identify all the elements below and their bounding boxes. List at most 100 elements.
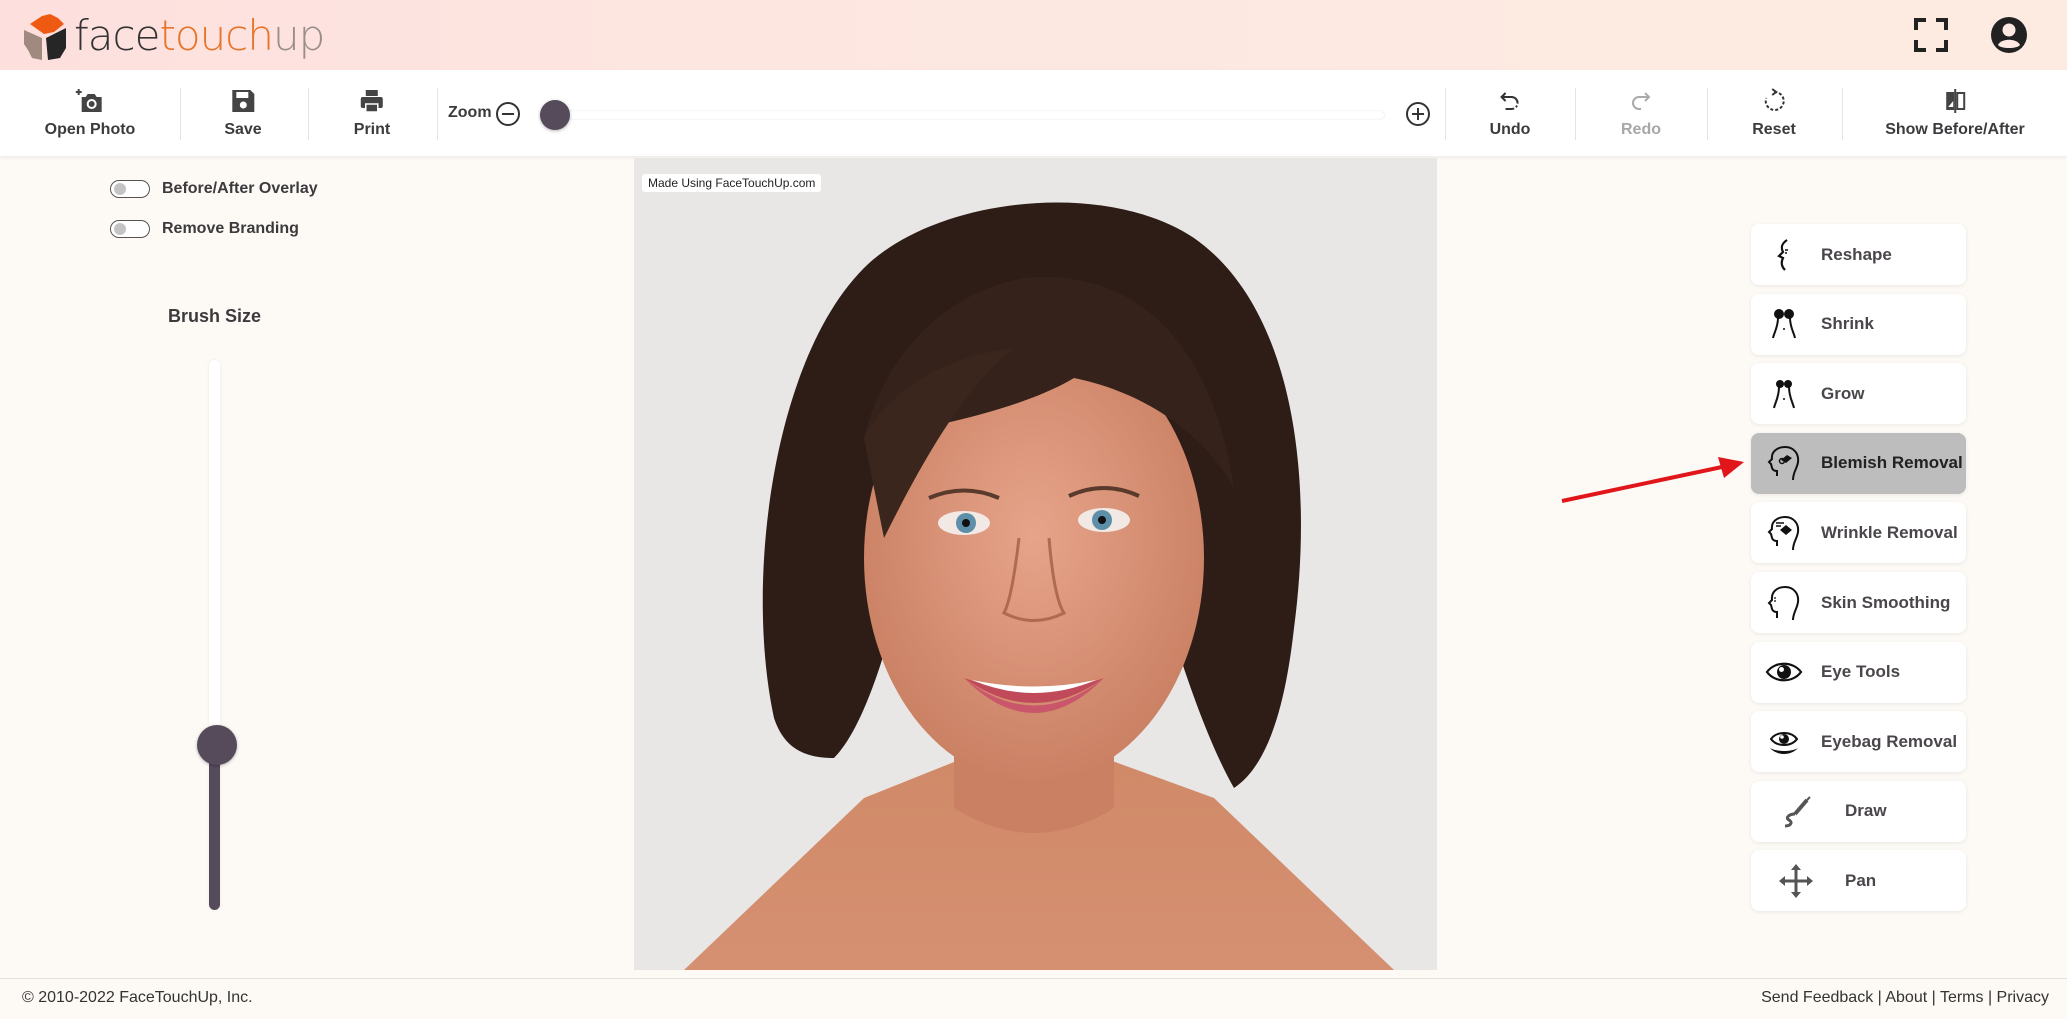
- annotation-arrow-head: [1718, 457, 1744, 478]
- logo-text-up: up: [272, 11, 325, 60]
- tool-shrink[interactable]: Shrink: [1751, 293, 1966, 355]
- brush-size-label: Brush Size: [168, 306, 262, 326]
- wrinkle-removal-icon: [1767, 515, 1800, 550]
- toolbar-divider: [180, 88, 181, 140]
- tool-label: Grow: [1821, 383, 1865, 403]
- toggle-switch[interactable]: [110, 180, 150, 198]
- toggle-switch[interactable]: [110, 220, 150, 238]
- tool-label: Wrinkle Removal: [1821, 522, 1958, 542]
- tool-label: Eyebag Removal: [1821, 731, 1958, 751]
- show-before-after-label: Show Before/After: [1885, 121, 2025, 138]
- tool-skin-smoothing[interactable]: Skin Smoothing: [1751, 572, 1966, 633]
- tool-wrinkle-removal[interactable]: Wrinkle Removal: [1751, 502, 1966, 564]
- footer-separator: |: [1983, 989, 1997, 1006]
- logo[interactable]: facetouchup: [20, 10, 325, 62]
- tool-label: Skin Smoothing: [1821, 592, 1951, 612]
- toggle-knob: [114, 223, 126, 235]
- toolbar-divider: [437, 88, 438, 140]
- tool-label: Blemish Removal: [1821, 453, 1963, 473]
- tool-draw[interactable]: Draw: [1751, 780, 1966, 842]
- tool-pan[interactable]: Pan: [1751, 850, 1966, 912]
- tool-label: Shrink: [1821, 314, 1874, 334]
- undo-label: Undo: [1489, 121, 1531, 138]
- footer-link-privacy[interactable]: Privacy: [1997, 989, 2049, 1006]
- toggle-label: Before/After Overlay: [162, 180, 318, 197]
- footer-divider: [0, 978, 2067, 979]
- tool-reshape[interactable]: Reshape: [1751, 224, 1966, 285]
- portrait-photo: [684, 202, 1394, 970]
- toolbar-divider: [1445, 88, 1446, 140]
- tool-eye-tools[interactable]: Eye Tools: [1751, 641, 1966, 703]
- toggle-label: Remove Branding: [162, 220, 299, 237]
- footer-separator: |: [1927, 989, 1940, 1006]
- photo-canvas[interactable]: Made Using FaceTouchUp.com: [634, 158, 1437, 970]
- footer-separator: |: [1873, 989, 1886, 1006]
- show-before-after-button[interactable]: Show Before/After: [1885, 70, 2025, 156]
- toolbar-divider: [308, 88, 309, 140]
- app-header: facetouchup: [0, 0, 2067, 70]
- annotation-arrow-line: [1561, 465, 1723, 503]
- footer-link-terms[interactable]: Terms: [1940, 989, 1984, 1006]
- eye-icon: [1765, 662, 1803, 682]
- save-label: Save: [224, 121, 262, 138]
- toggle-knob: [114, 183, 126, 195]
- reset-label: Reset: [1752, 121, 1796, 138]
- fullscreen-icon[interactable]: [1912, 16, 1950, 54]
- remove-branding-toggle[interactable]: Remove Branding: [110, 220, 299, 238]
- footer-link-send-feedback[interactable]: Send Feedback: [1761, 989, 1873, 1006]
- grow-icon: [1773, 379, 1795, 408]
- logo-text: facetouchup: [74, 15, 325, 57]
- print-icon: [360, 90, 383, 113]
- pan-icon: [1779, 863, 1813, 898]
- zoom-slider-thumb[interactable]: [540, 100, 570, 130]
- reset-icon: [1764, 88, 1785, 111]
- brush-size-slider-thumb[interactable]: [197, 725, 237, 765]
- open-photo-label: Open Photo: [44, 121, 136, 138]
- footer-links: Send Feedback | About | Terms | Privacy: [1761, 989, 2049, 1007]
- toolbar-divider: [1707, 88, 1708, 140]
- tool-eyebag-removal[interactable]: Eyebag Removal: [1751, 711, 1966, 773]
- tool-grow[interactable]: Grow: [1751, 363, 1966, 425]
- toolbar-divider: [1575, 88, 1576, 140]
- account-icon[interactable]: [1990, 16, 2028, 54]
- skin-smoothing-icon: [1767, 585, 1800, 620]
- tool-label: Eye Tools: [1821, 662, 1901, 682]
- add-photo-icon: [76, 89, 102, 112]
- print-button[interactable]: Print: [354, 70, 390, 156]
- zoom-out-icon[interactable]: [495, 101, 521, 127]
- draw-icon: [1784, 796, 1811, 828]
- blemish-removal-icon: [1767, 446, 1800, 481]
- tool-label: Pan: [1845, 870, 1877, 890]
- reset-button[interactable]: Reset: [1752, 70, 1796, 156]
- watermark-label: Made Using FaceTouchUp.com: [642, 174, 822, 192]
- shrink-icon: [1772, 309, 1796, 339]
- brush-size-slider-fill: [209, 745, 220, 910]
- toolbar-divider: [1842, 88, 1843, 140]
- redo-button[interactable]: Redo: [1621, 70, 1661, 156]
- toolbar: Open Photo Save Print Zoom Undo Redo Res…: [0, 70, 2067, 156]
- redo-icon: [1632, 92, 1651, 110]
- open-photo-button[interactable]: Open Photo: [44, 70, 136, 156]
- reshape-profile-icon: [1777, 238, 1788, 271]
- footer-link-about[interactable]: About: [1885, 989, 1927, 1006]
- tool-label: Draw: [1845, 801, 1887, 821]
- undo-icon: [1500, 92, 1519, 110]
- tool-blemish-removal[interactable]: Blemish Removal: [1751, 432, 1966, 494]
- eyebag-icon: [1769, 731, 1799, 754]
- copyright-text: © 2010-2022 FaceTouchUp, Inc.: [22, 989, 253, 1006]
- save-icon: [232, 90, 254, 112]
- compare-icon: [1945, 89, 1965, 113]
- brush-size-slider-track[interactable]: [209, 360, 220, 910]
- tool-label: Reshape: [1821, 244, 1892, 264]
- undo-button[interactable]: Undo: [1489, 70, 1531, 156]
- zoom-slider-track[interactable]: [540, 110, 1385, 120]
- before-after-overlay-toggle[interactable]: Before/After Overlay: [110, 180, 318, 198]
- logo-text-face: face: [74, 11, 160, 60]
- print-label: Print: [353, 121, 391, 138]
- zoom-in-icon[interactable]: [1405, 101, 1431, 127]
- logo-text-touch: touch: [159, 11, 273, 60]
- zoom-label: Zoom: [448, 104, 492, 121]
- redo-label: Redo: [1621, 121, 1661, 138]
- save-button[interactable]: Save: [224, 70, 262, 156]
- logo-mark-icon: [24, 14, 66, 60]
